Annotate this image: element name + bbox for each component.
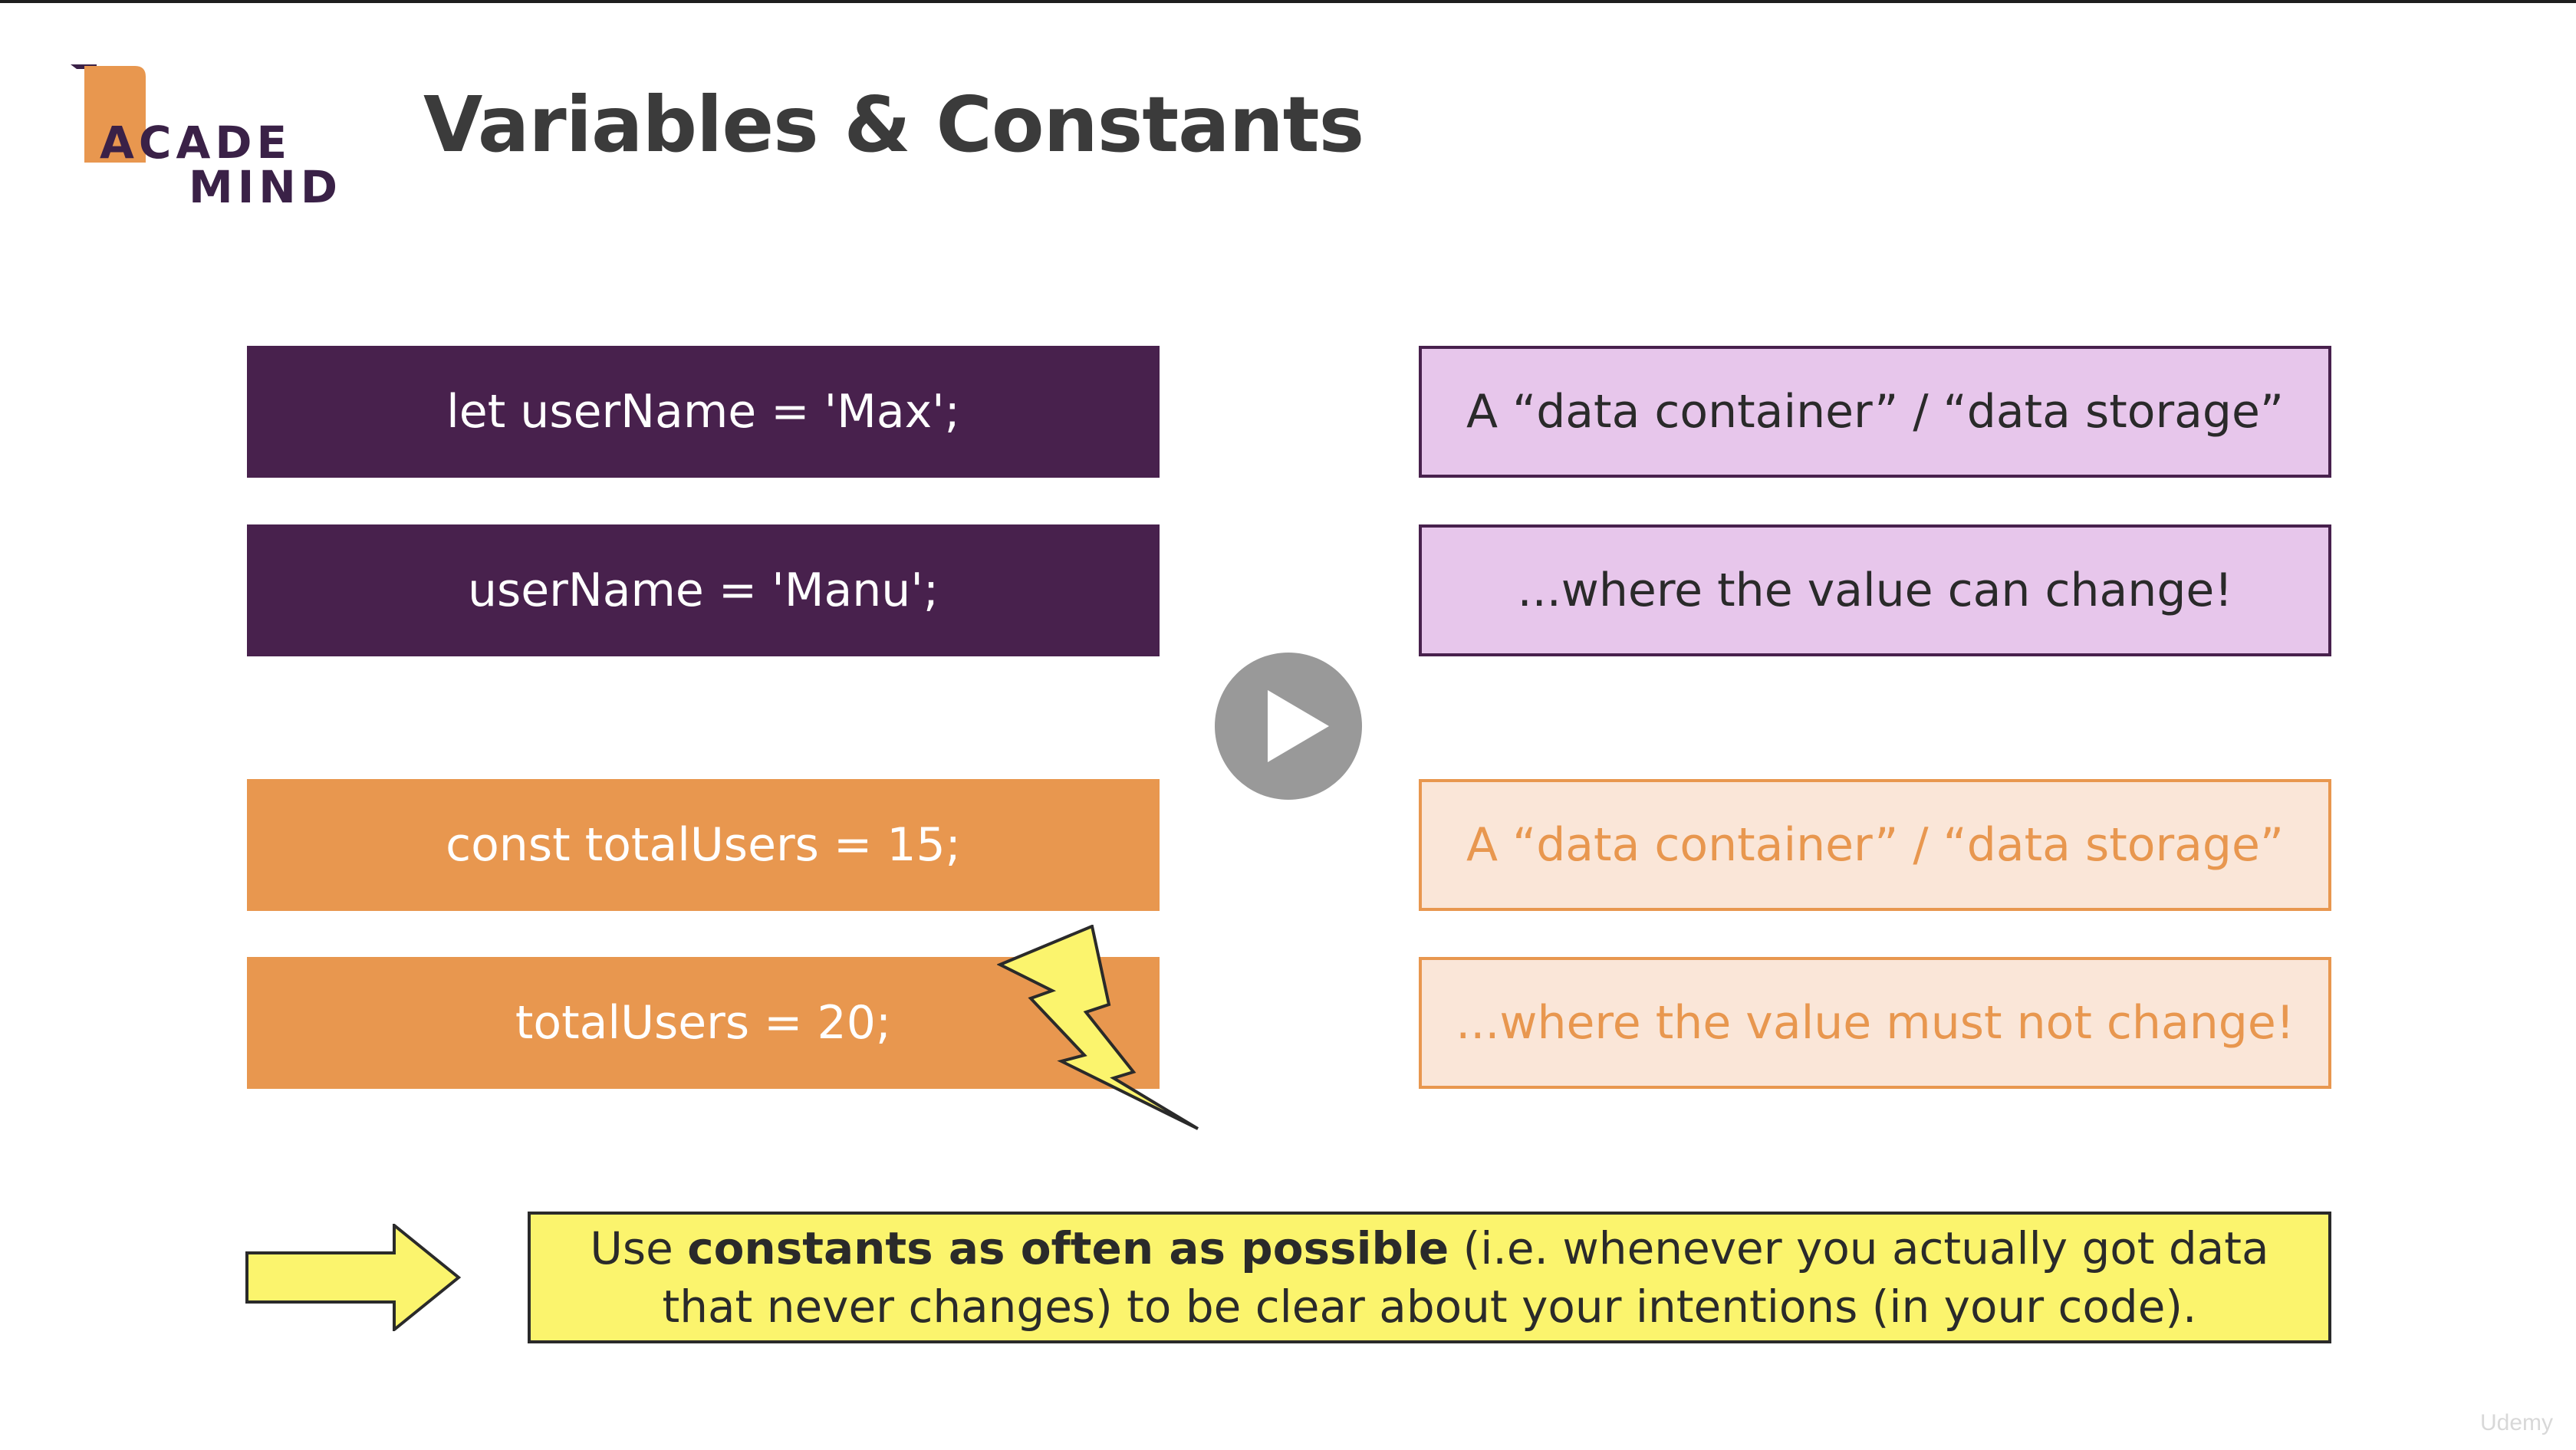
play-button-icon[interactable] — [1214, 652, 1363, 801]
desc-box-variable-container: A “data container” / “data storage” — [1419, 346, 2331, 478]
code-box-reassign-username: userName = 'Manu'; — [247, 524, 1160, 656]
code-box-let-username: let userName = 'Max'; — [247, 346, 1160, 478]
top-border — [0, 0, 2576, 3]
desc-box-constant-container: A “data container” / “data storage” — [1419, 779, 2331, 911]
tip-text-bold: constants as often as possible — [687, 1222, 1449, 1274]
tip-text: Use constants as often as possible (i.e.… — [561, 1219, 2298, 1336]
slide-title: Variables & Constants — [423, 80, 1364, 169]
tip-text-prefix: Use — [590, 1222, 688, 1274]
academind-logo: ACADE MIND — [71, 64, 337, 213]
right-arrow-icon — [245, 1224, 462, 1331]
slide: ACADE MIND Variables & Constants let use… — [0, 0, 2576, 1450]
desc-box-constant-nochange: ...where the value must not change! — [1419, 957, 2331, 1089]
logo-text-mind: MIND — [189, 161, 342, 213]
code-box-const-totalusers: const totalUsers = 15; — [247, 779, 1160, 911]
desc-box-variable-change: ...where the value can change! — [1419, 524, 2331, 656]
udemy-watermark: Udemy — [2479, 1410, 2553, 1435]
constants-tip-box: Use constants as often as possible (i.e.… — [528, 1212, 2331, 1343]
lightning-bolt-icon — [997, 925, 1199, 1130]
